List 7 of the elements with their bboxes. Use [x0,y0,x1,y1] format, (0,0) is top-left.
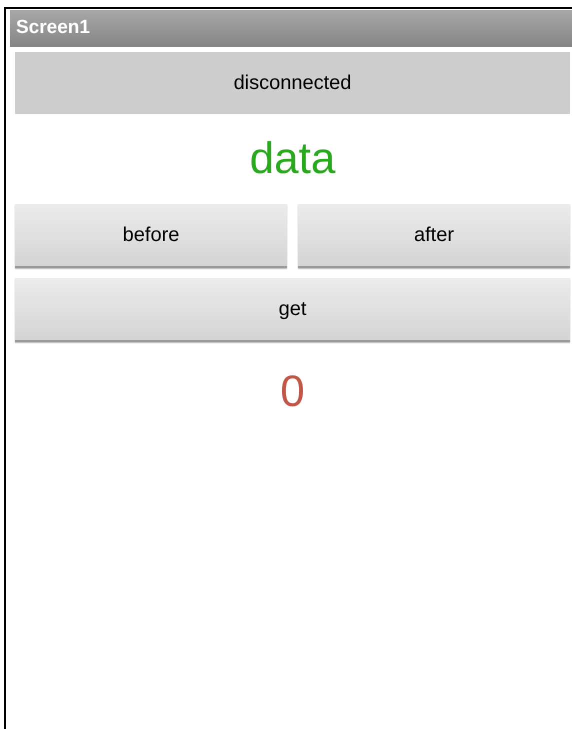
get-button[interactable]: get [15,278,570,342]
action-button[interactable]: after [298,204,570,268]
value-label: 0 [280,370,305,414]
status-button[interactable]: disconnected [15,52,570,114]
title-bar: Screen1 [10,10,572,47]
action-button[interactable]: before [15,204,287,268]
data-label: data [250,137,336,181]
